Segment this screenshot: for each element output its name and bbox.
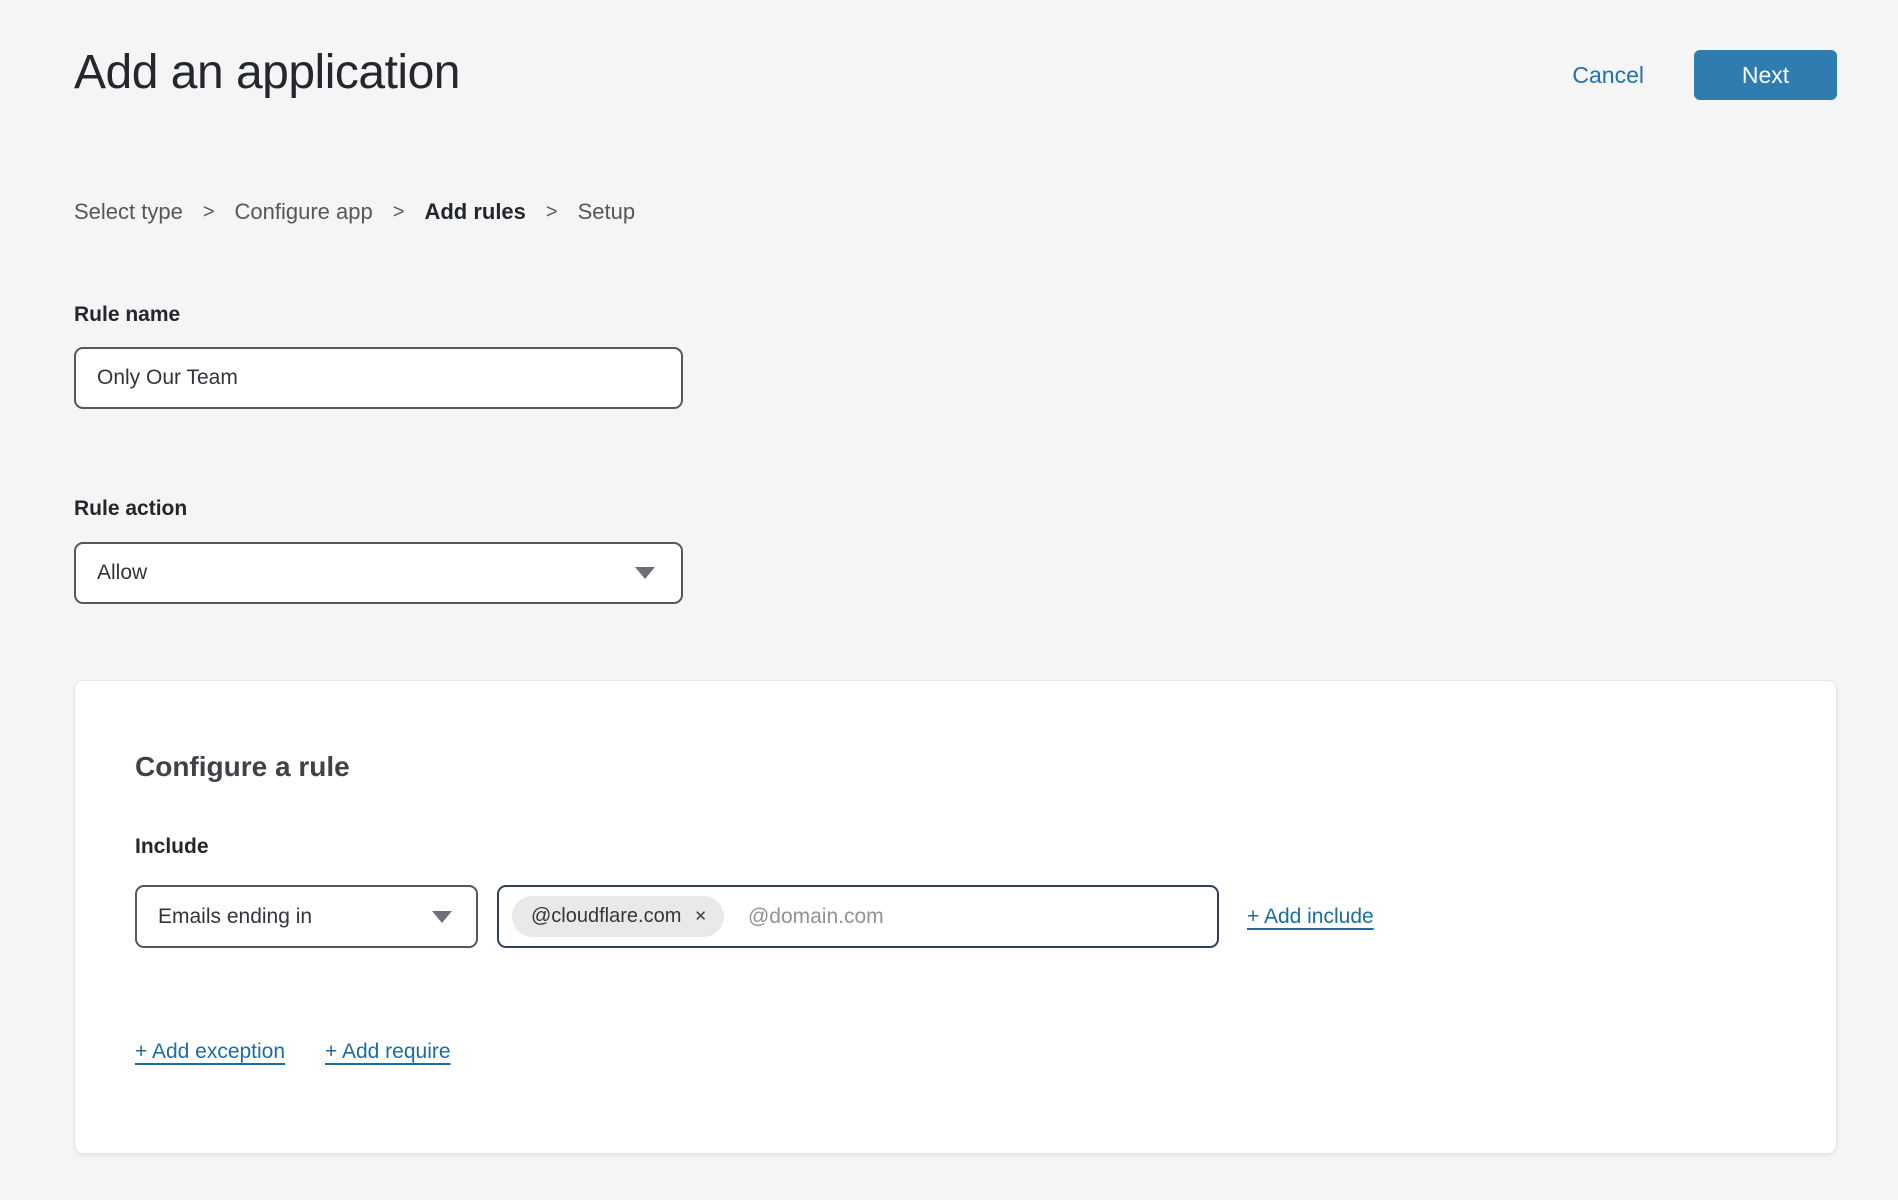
include-type-select[interactable]: Emails ending in (135, 885, 478, 948)
email-domain-tag: @cloudflare.com ✕ (512, 896, 724, 937)
email-domain-tag-label: @cloudflare.com (531, 905, 681, 928)
include-value-input[interactable]: @cloudflare.com ✕ (497, 885, 1219, 948)
include-rule-row: Emails ending in @cloudflare.com ✕ + Add… (135, 885, 1776, 948)
add-include-link[interactable]: + Add include (1247, 905, 1374, 929)
add-exception-link[interactable]: + Add exception (135, 1040, 285, 1064)
rule-name-input[interactable] (74, 347, 683, 409)
add-application-page: Add an application Cancel Next Select ty… (0, 0, 1898, 1200)
rule-links-row: + Add exception + Add require (135, 1040, 1776, 1064)
configure-rule-card: Configure a rule Include Emails ending i… (74, 680, 1837, 1154)
breadcrumb-separator: > (546, 201, 558, 224)
remove-tag-icon[interactable]: ✕ (694, 909, 707, 924)
rule-action-selected-value: Allow (97, 561, 147, 585)
breadcrumb-separator: > (393, 201, 405, 224)
next-button[interactable]: Next (1694, 50, 1837, 100)
include-type-selected-value: Emails ending in (158, 905, 312, 929)
breadcrumb: Select type > Configure app > Add rules … (74, 199, 1837, 225)
rule-name-label: Rule name (74, 301, 1837, 328)
breadcrumb-separator: > (203, 201, 215, 224)
breadcrumb-setup[interactable]: Setup (578, 199, 636, 225)
cancel-button[interactable]: Cancel (1572, 62, 1644, 89)
rule-action-select[interactable]: Allow (74, 542, 683, 604)
include-label: Include (135, 833, 1776, 860)
page-title: Add an application (74, 44, 460, 102)
page-header: Add an application Cancel Next (74, 0, 1837, 102)
breadcrumb-configure-app[interactable]: Configure app (235, 199, 373, 225)
rule-action-label: Rule action (74, 495, 1837, 522)
configure-rule-heading: Configure a rule (135, 749, 1776, 785)
chevron-down-icon (635, 567, 655, 579)
chevron-down-icon (432, 911, 452, 923)
header-actions: Cancel Next (1572, 50, 1837, 100)
breadcrumb-add-rules[interactable]: Add rules (424, 199, 525, 225)
domain-entry-input[interactable] (748, 905, 1201, 929)
breadcrumb-select-type[interactable]: Select type (74, 199, 183, 225)
add-require-link[interactable]: + Add require (325, 1040, 451, 1064)
